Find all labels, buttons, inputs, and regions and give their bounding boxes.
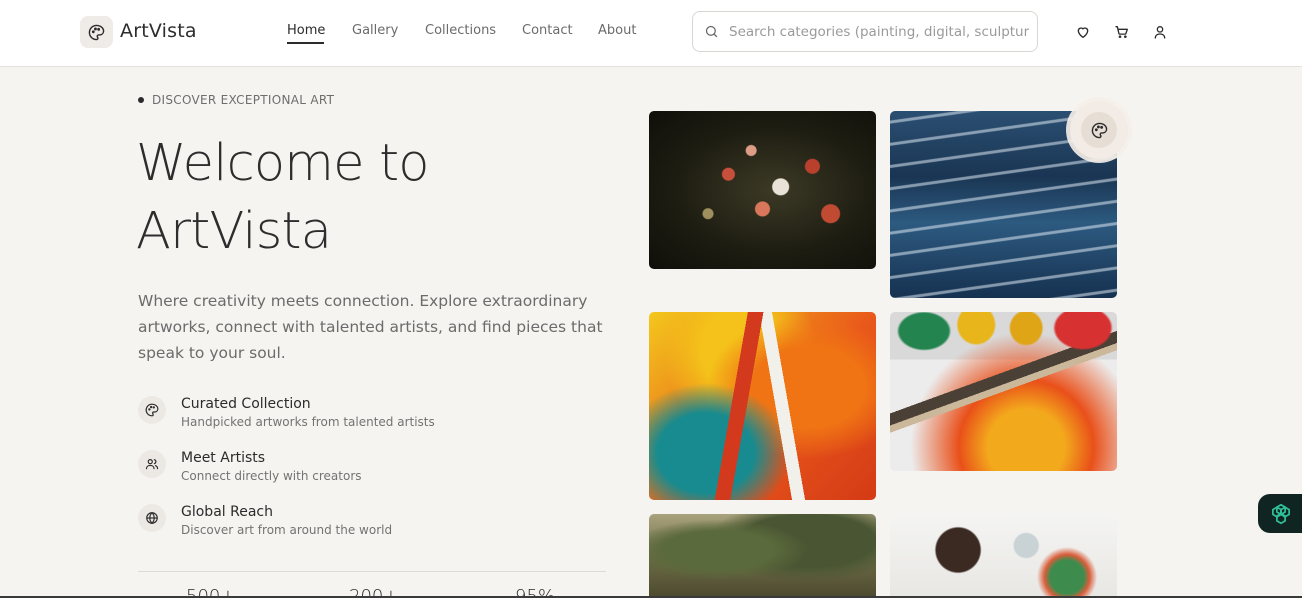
feature-desc: Discover art from around the world: [181, 523, 393, 537]
floating-palette-badge: [1070, 101, 1128, 159]
feature-icon-badge: [138, 396, 166, 424]
nav-gallery[interactable]: Gallery: [352, 23, 398, 38]
floating-palette-inner: [1081, 112, 1117, 148]
artwork-tile-colorful-abstract[interactable]: [649, 312, 876, 500]
feature-title: Global Reach: [181, 504, 273, 520]
artwork-tile-landscape[interactable]: [649, 514, 876, 598]
feature-global: Global Reach Discover art from around th…: [138, 504, 558, 544]
search-icon: [705, 25, 718, 38]
palette-icon: [88, 24, 105, 40]
stats-divider: [138, 571, 606, 572]
hero-title: Welcome to ArtVista: [136, 130, 556, 266]
feature-artists: Meet Artists Connect directly with creat…: [138, 450, 558, 490]
logo-badge[interactable]: [80, 16, 113, 48]
palette-icon: [1091, 122, 1107, 138]
feature-desc: Connect directly with creators: [181, 469, 362, 483]
feature-title: Curated Collection: [181, 396, 311, 412]
hero-title-line1: Welcome to: [136, 134, 430, 193]
heart-icon[interactable]: [1075, 24, 1091, 40]
users-icon: [145, 459, 159, 470]
nav-contact[interactable]: Contact: [522, 23, 573, 38]
feature-icon-badge: [138, 450, 166, 478]
artwork-tile-child-painting[interactable]: [890, 514, 1117, 598]
user-icon[interactable]: [1152, 24, 1168, 40]
hero-description: Where creativity meets connection. Explo…: [138, 292, 603, 362]
hero-eyebrow: DISCOVER EXCEPTIONAL ART: [138, 93, 334, 107]
feature-curated: Curated Collection Handpicked artworks f…: [138, 396, 558, 436]
palette-icon: [145, 403, 159, 417]
nav-home[interactable]: Home: [287, 23, 325, 38]
eyebrow-text: DISCOVER EXCEPTIONAL ART: [152, 93, 335, 107]
feature-desc: Handpicked artworks from talented artist…: [181, 415, 435, 429]
cart-icon[interactable]: [1114, 24, 1130, 40]
ai-assistant-widget[interactable]: [1258, 494, 1302, 533]
search-input[interactable]: [729, 21, 1029, 43]
feature-icon-badge: [138, 504, 166, 532]
artwork-tile-floral-painting[interactable]: [649, 111, 876, 269]
artwork-tile-paint-brushes[interactable]: [890, 312, 1117, 471]
search-box[interactable]: [692, 11, 1038, 52]
eyebrow-dot: [138, 97, 144, 103]
active-nav-underline: [287, 42, 324, 44]
nav-about[interactable]: About: [598, 23, 636, 38]
nav-collections[interactable]: Collections: [425, 23, 496, 38]
hero-title-line2: ArtVista: [136, 202, 332, 261]
globe-icon: [146, 511, 158, 525]
feature-title: Meet Artists: [181, 450, 266, 466]
brand-name[interactable]: ArtVista: [120, 20, 197, 42]
top-header: ArtVista Home Gallery Collections Contac…: [0, 0, 1302, 67]
assistant-knot-icon: [1272, 503, 1290, 524]
